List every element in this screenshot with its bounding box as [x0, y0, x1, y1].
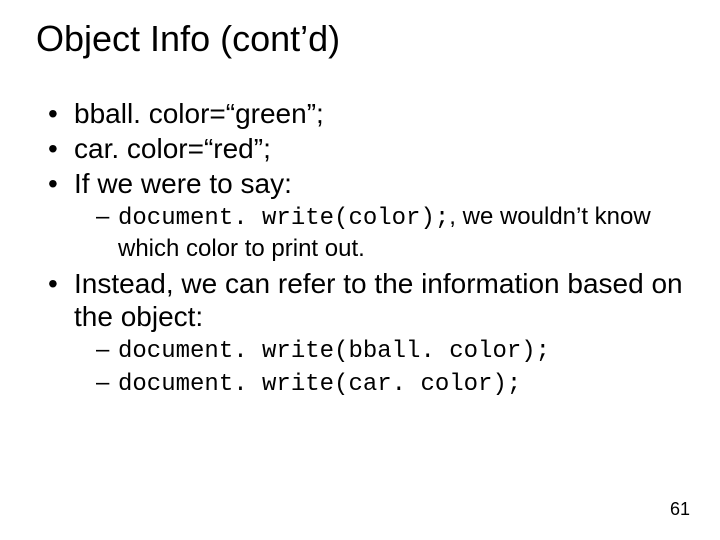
page-number: 61	[670, 499, 690, 520]
bullet-item-3: If we were to say: document. write(color…	[44, 167, 684, 263]
bullet-text-2: car. color=“red”;	[74, 133, 271, 164]
bullet-item-2: car. color=“red”;	[44, 132, 684, 165]
slide-title: Object Info (cont’d)	[36, 18, 684, 59]
bullet-item-4: Instead, we can refer to the information…	[44, 267, 684, 400]
bullet-text-3: If we were to say:	[74, 168, 292, 199]
bullet-text-4: Instead, we can refer to the information…	[74, 268, 683, 332]
sub-bullet-item-3: document. write(car. color);	[96, 368, 684, 399]
bullet-item-1: bball. color=“green”;	[44, 97, 684, 130]
sub-bullet-list-1: document. write(color);, we wouldn’t kno…	[74, 202, 684, 263]
sub-bullet-punct: ,	[449, 203, 456, 230]
slide: Object Info (cont’d) bball. color=“green…	[0, 0, 720, 540]
bullet-list: bball. color=“green”; car. color=“red”; …	[36, 97, 684, 399]
bullet-text-1: bball. color=“green”;	[74, 98, 324, 129]
sub-bullet-list-2: document. write(bball. color); document.…	[74, 335, 684, 400]
code-doc-write-color: document. write(color);	[118, 205, 449, 232]
code-doc-write-bball-color: document. write(bball. color);	[118, 338, 550, 365]
sub-bullet-item-2: document. write(bball. color);	[96, 335, 684, 366]
code-doc-write-car-color: document. write(car. color);	[118, 371, 521, 398]
sub-bullet-item-1: document. write(color);, we wouldn’t kno…	[96, 202, 684, 263]
